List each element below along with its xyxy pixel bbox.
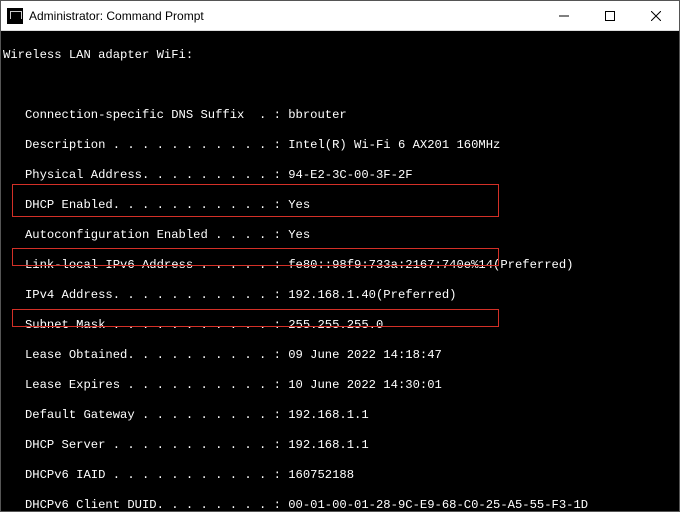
output-line: Link-local IPv6 Address . . . . . : fe80… — [3, 258, 676, 273]
output-line: Description . . . . . . . . . . . : Inte… — [3, 138, 676, 153]
output-line: Autoconfiguration Enabled . . . . : Yes — [3, 228, 676, 243]
output-line: DHCP Enabled. . . . . . . . . . . : Yes — [3, 198, 676, 213]
console-output[interactable]: Wireless LAN adapter WiFi: Connection-sp… — [1, 31, 679, 511]
output-line: Subnet Mask . . . . . . . . . . . : 255.… — [3, 318, 676, 333]
cmd-icon — [7, 8, 23, 24]
maximize-button[interactable] — [587, 1, 633, 31]
cmd-window: Administrator: Command Prompt Wireless L… — [0, 0, 680, 512]
section-header: Wireless LAN adapter WiFi: — [3, 48, 676, 63]
output-line: IPv4 Address. . . . . . . . . . . : 192.… — [3, 288, 676, 303]
titlebar[interactable]: Administrator: Command Prompt — [1, 1, 679, 31]
output-line: DHCPv6 IAID . . . . . . . . . . . : 1607… — [3, 468, 676, 483]
output-line: Lease Obtained. . . . . . . . . . : 09 J… — [3, 348, 676, 363]
window-title: Administrator: Command Prompt — [29, 9, 541, 23]
output-line: DHCPv6 Client DUID. . . . . . . . : 00-0… — [3, 498, 676, 511]
minimize-button[interactable] — [541, 1, 587, 31]
output-line: DHCP Server . . . . . . . . . . . : 192.… — [3, 438, 676, 453]
close-button[interactable] — [633, 1, 679, 31]
output-line: Physical Address. . . . . . . . . : 94-E… — [3, 168, 676, 183]
output-line: Default Gateway . . . . . . . . . : 192.… — [3, 408, 676, 423]
output-line: Lease Expires . . . . . . . . . . : 10 J… — [3, 378, 676, 393]
output-line: Connection-specific DNS Suffix . : bbrou… — [3, 108, 676, 123]
